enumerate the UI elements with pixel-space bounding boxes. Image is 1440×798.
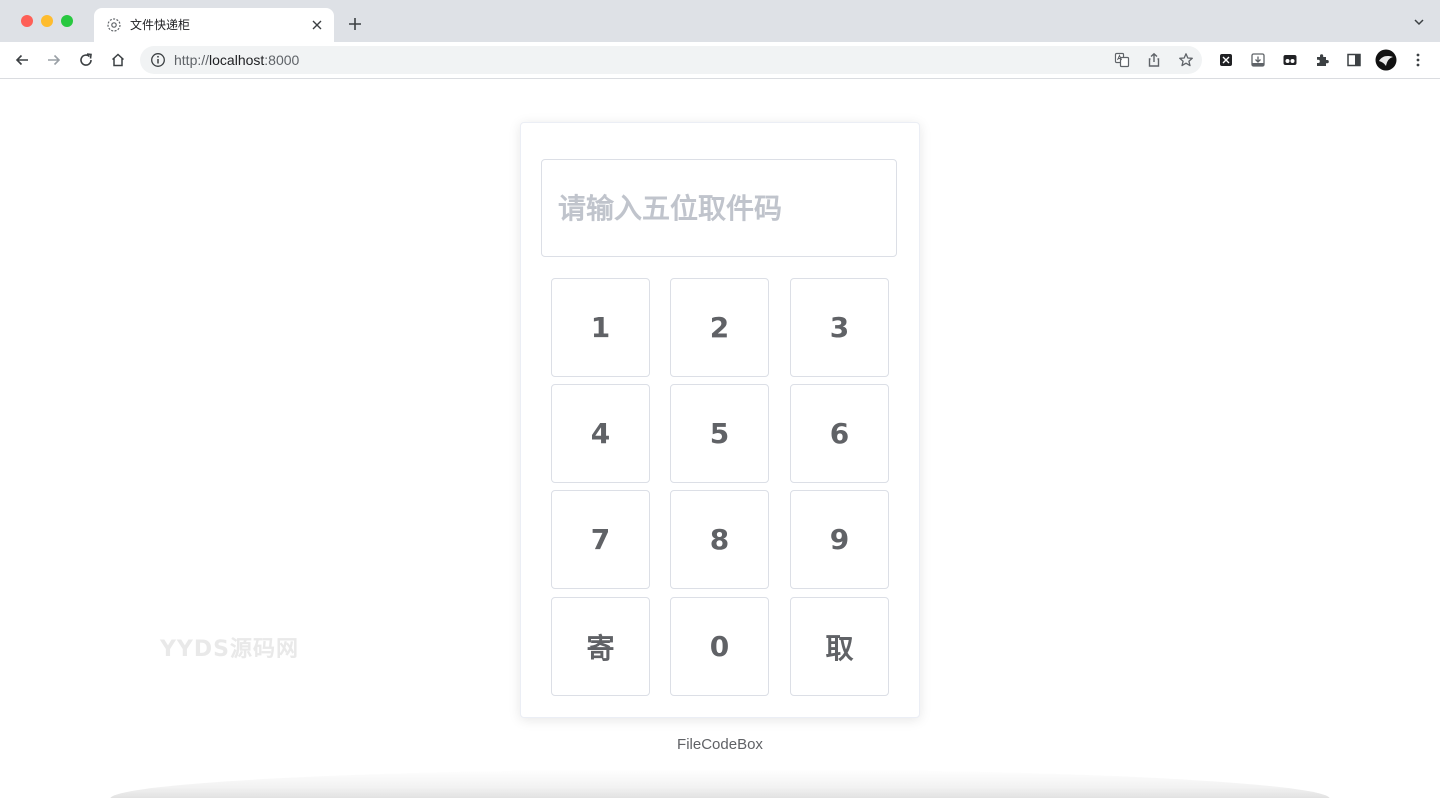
kebab-menu-icon xyxy=(1416,53,1420,67)
url-scheme: http:// xyxy=(174,52,210,68)
watermark-text: YYDS源码网 xyxy=(160,637,299,662)
back-arrow-icon xyxy=(15,54,28,66)
minimize-window-button[interactable] xyxy=(41,15,53,27)
forward-button[interactable] xyxy=(42,48,66,72)
url-host: localhost xyxy=(209,52,265,68)
extension-x-button[interactable] xyxy=(1214,48,1238,72)
keypad-card: 1 2 3 4 5 6 7 8 9 寄 0 取 xyxy=(520,122,920,718)
browser-window: 文件快递柜 http://localhost:8000 YYDS源码网 请输入五… xyxy=(0,0,1440,798)
browser-toolbar: http://localhost:8000 xyxy=(0,42,1440,79)
address-bar[interactable]: http://localhost:8000 xyxy=(140,46,1202,74)
avatar xyxy=(1375,49,1397,71)
key-2[interactable]: 2 xyxy=(670,278,769,377)
translate-icon xyxy=(1114,52,1130,68)
gear-icon xyxy=(107,18,121,32)
back-button[interactable] xyxy=(10,48,34,72)
url-text[interactable]: http://localhost:8000 xyxy=(174,52,299,68)
url-port: :8000 xyxy=(264,52,300,68)
share-button[interactable] xyxy=(1144,50,1164,70)
retrieve-button[interactable]: 取 xyxy=(790,597,889,696)
key-4[interactable]: 4 xyxy=(551,384,650,483)
sidepanel-icon xyxy=(1347,53,1361,67)
key-6[interactable]: 6 xyxy=(790,384,889,483)
glasses-extension-icon xyxy=(1283,55,1297,65)
key-9[interactable]: 9 xyxy=(790,490,889,589)
pickup-code-input[interactable] xyxy=(541,159,897,257)
tab-title: 文件快递柜 xyxy=(130,18,191,32)
plus-icon xyxy=(349,18,361,30)
translate-button[interactable] xyxy=(1112,50,1132,70)
side-panel-button[interactable] xyxy=(1342,48,1366,72)
key-8[interactable]: 8 xyxy=(670,490,769,589)
tab-strip: 文件快递柜 xyxy=(0,0,1440,42)
close-window-button[interactable] xyxy=(21,15,33,27)
extension-download-button[interactable] xyxy=(1246,48,1270,72)
new-tab-button[interactable] xyxy=(344,13,366,35)
bottom-shadow xyxy=(110,769,1330,798)
maximize-window-button[interactable] xyxy=(61,15,73,27)
key-1[interactable]: 1 xyxy=(551,278,650,377)
page-content: YYDS源码网 1 2 3 4 5 6 7 8 9 寄 0 取 FileCode… xyxy=(0,79,1440,798)
forward-arrow-icon xyxy=(48,54,61,66)
reload-icon xyxy=(80,53,92,66)
tab-search-button[interactable] xyxy=(1412,15,1426,29)
home-icon xyxy=(111,53,125,67)
star-icon xyxy=(1179,53,1193,67)
bookmark-button[interactable] xyxy=(1176,50,1196,70)
profile-button[interactable] xyxy=(1374,48,1398,72)
footer-brand: FileCodeBox xyxy=(677,736,763,753)
download-icon xyxy=(1251,53,1265,67)
puzzle-icon xyxy=(1317,54,1329,66)
browser-menu-button[interactable] xyxy=(1406,48,1430,72)
key-3[interactable]: 3 xyxy=(790,278,889,377)
share-icon xyxy=(1148,52,1160,67)
close-icon xyxy=(312,20,322,30)
key-7[interactable]: 7 xyxy=(551,490,650,589)
tab-active[interactable]: 文件快递柜 xyxy=(94,8,334,42)
chevron-down-icon xyxy=(1414,19,1424,26)
extensions-button[interactable] xyxy=(1310,48,1334,72)
tab-close-button[interactable] xyxy=(308,16,326,34)
x-extension-icon xyxy=(1220,54,1232,66)
reload-button[interactable] xyxy=(74,48,98,72)
send-button[interactable]: 寄 xyxy=(551,597,650,696)
extension-glasses-button[interactable] xyxy=(1278,48,1302,72)
key-0[interactable]: 0 xyxy=(670,597,769,696)
home-button[interactable] xyxy=(106,48,130,72)
key-5[interactable]: 5 xyxy=(670,384,769,483)
info-icon[interactable] xyxy=(150,52,166,68)
